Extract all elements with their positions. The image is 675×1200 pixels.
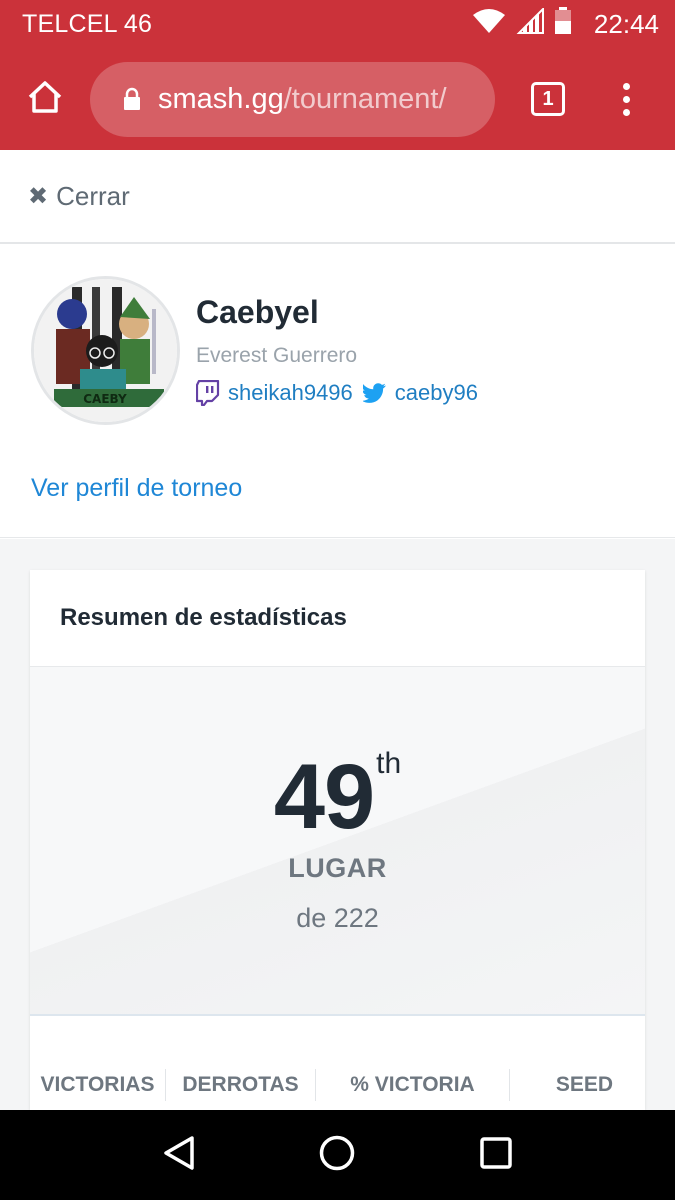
browser-toolbar: smash.gg/tournament/ 1 — [0, 48, 675, 150]
url-host: smash.gg — [158, 82, 284, 115]
tournament-profile-link[interactable]: Ver perfil de torneo — [31, 474, 242, 503]
column-win-percent: % VICTORIA — [316, 1069, 510, 1101]
address-bar[interactable]: smash.gg/tournament/ — [90, 61, 495, 137]
player-gamertag: Caebyel — [196, 294, 319, 330]
battery-icon — [554, 6, 572, 42]
wifi-icon — [472, 8, 506, 41]
status-bar: TELCEL 46 22:44 — [0, 0, 675, 48]
signal-icon — [516, 6, 544, 41]
carrier-label: TELCEL 46 — [22, 9, 153, 38]
recents-square-icon — [479, 1136, 513, 1175]
placement-number: 49 — [273, 746, 375, 848]
close-button[interactable]: ✖ Cerrar — [0, 150, 675, 244]
recents-button[interactable] — [466, 1125, 526, 1185]
lock-icon — [122, 87, 142, 111]
overflow-menu-button[interactable] — [601, 48, 651, 150]
home-nav-button[interactable] — [307, 1125, 367, 1185]
tab-switcher-button[interactable]: 1 — [495, 48, 601, 150]
menu-dot — [622, 108, 630, 116]
placement-rank: 49th — [30, 747, 645, 843]
url-path: /tournament/ — [283, 82, 447, 115]
back-button[interactable] — [149, 1125, 209, 1185]
stats-summary-title: Resumen de estadísticas — [30, 570, 645, 667]
placement-total: de 222 — [296, 903, 379, 933]
back-icon — [162, 1135, 196, 1176]
tab-count: 1 — [531, 82, 565, 116]
column-wins: VICTORIAS — [30, 1069, 166, 1101]
twitter-link[interactable]: caeby96 — [395, 380, 478, 406]
player-profile: CAEBY Caebyel Everest Guerrero sheikah94… — [0, 246, 675, 538]
system-nav-bar — [0, 1110, 675, 1200]
placement-suffix: th — [376, 747, 402, 780]
home-circle-icon — [318, 1134, 356, 1177]
twitch-icon — [196, 380, 220, 406]
placement-label: LUGAR — [288, 853, 387, 883]
svg-text:CAEBY: CAEBY — [83, 392, 127, 406]
menu-dot — [622, 95, 630, 103]
twitch-link[interactable]: sheikah9496 — [228, 380, 353, 406]
menu-dot — [622, 82, 630, 90]
stats-columns-header: VICTORIAS DERROTAS % VICTORIA SEED — [30, 1060, 645, 1110]
clock: 22:44 — [593, 8, 659, 39]
avatar: CAEBY — [31, 276, 180, 425]
social-links: sheikah9496 caeby96 — [196, 380, 478, 406]
home-icon — [27, 80, 63, 119]
player-real-name: Everest Guerrero — [196, 344, 358, 367]
status-icons: 22:44 — [472, 6, 659, 42]
twitter-icon — [362, 383, 387, 403]
column-losses: DERROTAS — [166, 1069, 316, 1101]
stats-summary-card: Resumen de estadísticas 49th LUGAR de 22… — [30, 570, 645, 1110]
close-icon: ✖ — [28, 182, 49, 210]
home-button[interactable] — [0, 48, 90, 150]
close-label: Cerrar — [56, 180, 130, 211]
placement-panel: 49th LUGAR de 222 — [30, 667, 645, 1016]
column-seed: SEED — [555, 1073, 613, 1096]
